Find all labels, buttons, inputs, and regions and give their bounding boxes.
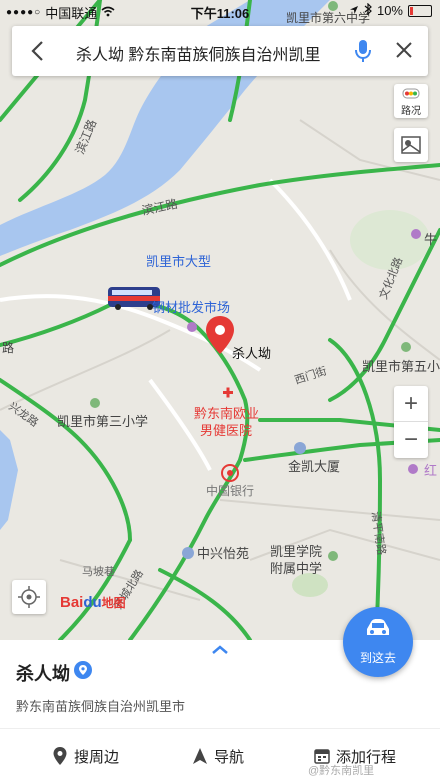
search-input[interactable]: 杀人坳 黔东南苗族侗族自治州凯里 xyxy=(76,41,340,65)
location-badge-icon xyxy=(74,661,92,679)
map-label-market: 钢材批发市场 xyxy=(152,300,230,315)
park-area xyxy=(292,573,328,597)
navigate-label: 导航 xyxy=(214,748,245,766)
search-nearby-button[interactable]: 搜周边 xyxy=(52,742,119,770)
microphone-button[interactable] xyxy=(354,38,372,64)
place-address: 黔东南苗族侗族自治州凯里市 xyxy=(16,699,186,714)
bluetooth-icon xyxy=(364,2,372,18)
crosshair-icon xyxy=(18,586,40,608)
navigate-button[interactable]: 导航 xyxy=(192,742,244,770)
watermark: @黔东南凯里 xyxy=(308,765,375,777)
navigation-arrow-icon xyxy=(193,748,207,764)
map-label: 中兴怡苑 xyxy=(197,546,249,561)
map-label-hospital: 黔东南欧业 xyxy=(194,406,259,421)
paw-icon: du xyxy=(83,594,102,611)
expand-handle[interactable] xyxy=(210,642,230,656)
map-label: 路 xyxy=(2,340,14,355)
map-label: 附属中学 xyxy=(270,561,322,576)
search-bar[interactable]: 杀人坳 黔东南苗族侗族自治州凯里 xyxy=(12,26,428,76)
map-label: 中国银行 xyxy=(206,483,254,498)
battery-percent: 10% xyxy=(376,3,403,18)
nearby-label: 搜周边 xyxy=(74,748,120,766)
traffic-light-icon xyxy=(402,88,420,99)
zoom-out-button[interactable]: − xyxy=(394,422,428,457)
logo-text: Bai xyxy=(60,594,84,611)
map-label-hospital: 男健医院 xyxy=(200,423,252,438)
map-label: 马坡巷 xyxy=(82,565,115,578)
zoom-control: + − xyxy=(394,386,428,458)
baidu-map-logo: Baidu地图 xyxy=(60,594,126,611)
chevron-up-icon xyxy=(212,645,228,654)
panorama-button[interactable] xyxy=(394,128,428,162)
location-arrow-icon xyxy=(349,3,359,18)
zoom-in-button[interactable]: + xyxy=(394,386,428,422)
map-label-poi: 杀人坳 xyxy=(232,346,271,361)
logo-text: 地图 xyxy=(101,596,126,610)
close-button[interactable] xyxy=(392,36,416,64)
panorama-icon xyxy=(401,136,421,154)
locate-button[interactable] xyxy=(12,580,46,614)
traffic-toggle[interactable]: 路况 xyxy=(394,84,428,118)
traffic-label: 路况 xyxy=(401,106,421,117)
map-label: 牛 xyxy=(424,232,437,247)
map-label: 红 xyxy=(424,463,437,478)
go-there-button[interactable]: 到这去 xyxy=(343,607,413,677)
go-there-label: 到这去 xyxy=(359,651,396,665)
car-icon xyxy=(367,619,389,635)
status-right: 10% xyxy=(349,2,432,18)
map-label-market: 凯里市大型 xyxy=(146,254,211,269)
divider xyxy=(0,728,440,729)
map-drawing: 滨江路 滨江路 凯里市大型 钢材批发市场 杀人坳 黔东南欧业 男健医院 凯里市第… xyxy=(0,0,440,642)
chevron-left-icon xyxy=(31,41,43,61)
place-name: 杀人坳 xyxy=(16,664,70,684)
microphone-icon xyxy=(355,40,371,62)
close-icon xyxy=(396,42,412,58)
battery-icon xyxy=(408,4,432,17)
park-area xyxy=(350,210,430,270)
map-label: 凯里市第五小 xyxy=(362,359,440,374)
map-label: 凯里市第三小学 xyxy=(57,414,148,429)
nearby-pin-icon xyxy=(53,747,67,765)
map-label: 凯里学院 xyxy=(270,544,322,559)
map-canvas[interactable]: 滨江路 滨江路 凯里市大型 钢材批发市场 杀人坳 黔东南欧业 男健医院 凯里市第… xyxy=(0,0,440,642)
map-label: 金凯大厦 xyxy=(288,459,340,474)
status-bar: ●●●●○ 中国联通 下午11:06 10% xyxy=(0,0,440,22)
back-button[interactable] xyxy=(26,38,50,64)
